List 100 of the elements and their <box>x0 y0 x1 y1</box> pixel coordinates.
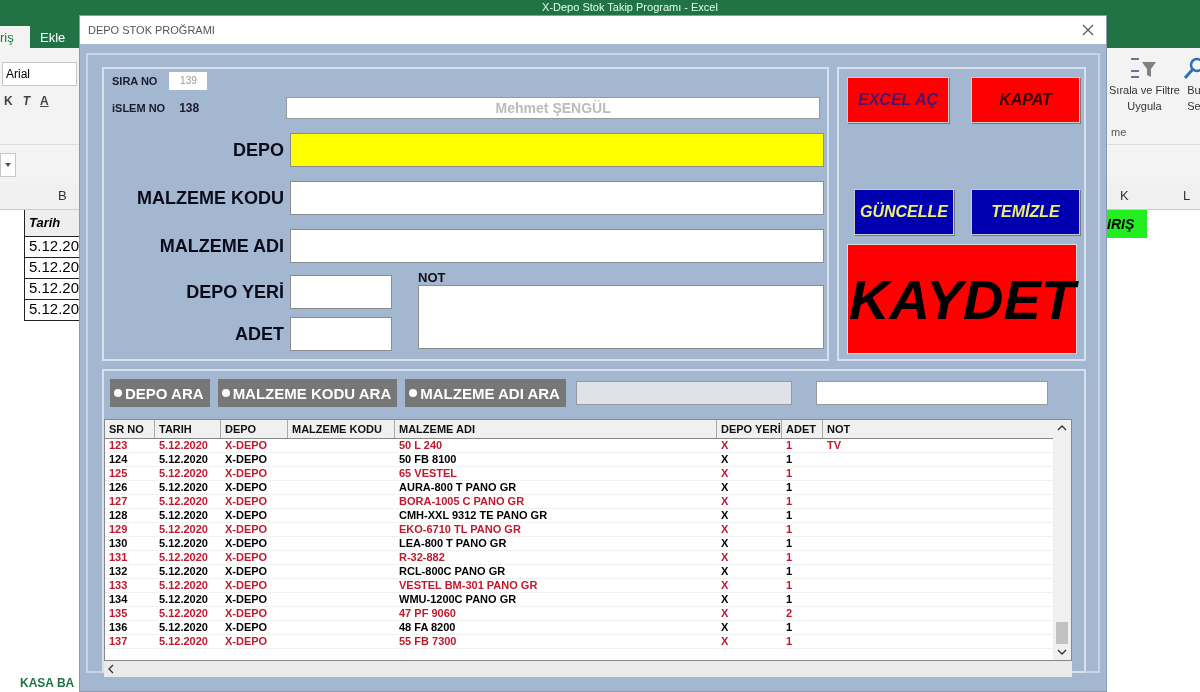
column-header[interactable]: SR NO <box>105 420 155 438</box>
table-cell: 5.12.2020 <box>159 495 208 507</box>
table-cell: 128 <box>109 509 128 521</box>
table-cell: X <box>721 593 729 605</box>
scroll-left-icon[interactable] <box>107 664 115 674</box>
table-cell: X-DEPO <box>225 537 268 549</box>
table-cell: 129 <box>109 523 128 535</box>
font-field[interactable]: Arial <box>2 62 77 86</box>
search-option-radio[interactable]: MALZEME KODU ARA <box>217 379 398 407</box>
table-cell: 1 <box>786 537 793 549</box>
table-cell: 5.12.2020 <box>159 509 208 521</box>
table-cell: 1 <box>786 481 793 493</box>
column-header[interactable]: DEPO YERİ <box>717 420 782 438</box>
table-cell: 5.12.2020 <box>159 523 208 535</box>
table-cell: X <box>721 481 729 493</box>
column-header[interactable]: TARIH <box>155 420 221 438</box>
input-field[interactable] <box>290 229 824 263</box>
table-cell: EKO-6710 TL PANO GR <box>399 523 521 535</box>
table-cell: 5.12.2020 <box>159 593 208 605</box>
table-cell: 50 L 240 <box>399 439 443 451</box>
table-cell: X-DEPO <box>225 453 268 465</box>
input-field[interactable] <box>290 133 824 167</box>
scroll-up-icon[interactable] <box>1057 424 1067 432</box>
scroll-down-icon[interactable] <box>1057 648 1067 656</box>
table-cell: 130 <box>109 537 128 549</box>
format-button[interactable]: A <box>38 92 51 110</box>
table-cell: 5.12.2020 <box>159 467 208 479</box>
table-cell: 1 <box>786 523 793 535</box>
find-select-label[interactable]: Bu Se <box>1187 82 1200 114</box>
format-button[interactable]: T <box>20 92 32 110</box>
save-button[interactable]: KAYDET <box>847 244 1077 354</box>
table-cell: AURA-800 T PANO GR <box>399 481 517 493</box>
search-option-radio[interactable]: MALZEME ADI ARA <box>405 379 566 407</box>
action-button[interactable]: TEMİZLE <box>971 189 1080 235</box>
table-cell: 5.12.2020 <box>159 453 208 465</box>
input-field[interactable] <box>290 317 392 351</box>
sort-filter-label[interactable]: Sırala ve Filtre Uygula <box>1109 82 1180 114</box>
column-header[interactable]: L <box>1183 188 1191 203</box>
action-button[interactable]: KAPAT <box>971 77 1080 123</box>
column-header[interactable]: K <box>1120 188 1129 203</box>
table-cell: 5.12.2020 <box>159 621 208 633</box>
column-header[interactable]: B <box>58 188 67 203</box>
field-label: MALZEME ADI <box>158 235 285 257</box>
field-label: DEPO YERİ <box>185 281 285 303</box>
scroll-thumb[interactable] <box>1056 622 1068 644</box>
table-cell: 47 PF 9060 <box>399 607 456 619</box>
note-label: NOT <box>418 270 447 285</box>
table-cell: X-DEPO <box>225 565 268 577</box>
field-label: ADET <box>234 323 285 345</box>
column-header[interactable]: ADET <box>782 420 823 438</box>
column-header[interactable]: MALZEME KODU <box>288 420 395 438</box>
window-title: X-Depo Stok Takip Programı - Excel <box>542 0 718 14</box>
field-label: MALZEME KODU <box>136 187 285 209</box>
table-cell: X-DEPO <box>225 551 268 563</box>
table-cell: 126 <box>109 481 128 493</box>
format-button[interactable]: K <box>2 92 15 110</box>
input-field[interactable] <box>290 275 392 309</box>
table-cell: 5.12.2020 <box>159 607 208 619</box>
vertical-scrollbar[interactable] <box>1053 420 1071 660</box>
table-cell: LEA-800 T PANO GR <box>399 537 507 549</box>
column-header[interactable]: DEPO <box>221 420 288 438</box>
table-cell: X-DEPO <box>225 607 268 619</box>
table-cell: 127 <box>109 495 128 507</box>
table-cell: X-DEPO <box>225 523 268 535</box>
close-icon[interactable] <box>1082 24 1094 36</box>
sheet-tab[interactable]: KASA BA <box>20 676 75 690</box>
table-cell: X-DEPO <box>225 495 268 507</box>
input-field[interactable] <box>290 181 824 215</box>
table-cell: TV <box>827 439 842 451</box>
action-button[interactable]: GÜNCELLE <box>854 189 954 235</box>
name-box[interactable] <box>0 153 16 177</box>
ribbon-group-label: me <box>1111 126 1127 138</box>
table-cell: X <box>721 537 729 549</box>
table-cell: 134 <box>109 593 128 605</box>
search-option-radio[interactable]: DEPO ARA <box>110 379 210 407</box>
note-field[interactable] <box>418 285 824 349</box>
table-cell: 1 <box>786 635 793 647</box>
search-icon[interactable] <box>1182 56 1200 82</box>
column-header[interactable]: MALZEME ADI <box>395 420 717 438</box>
table-cell: 131 <box>109 551 128 563</box>
table-cell: 55 FB 7300 <box>399 635 457 647</box>
table-cell: X-DEPO <box>225 509 268 521</box>
table-cell: 5.12.2020 <box>159 537 208 549</box>
table-cell: 5.12.2020 <box>159 565 208 577</box>
dropdown-icon[interactable] <box>4 162 12 168</box>
table-cell: WMU-1200C PANO GR <box>399 593 517 605</box>
table-cell: 125 <box>109 467 128 479</box>
filter-field[interactable] <box>815 381 1048 405</box>
table-cell: 1 <box>786 565 793 577</box>
table-cell: 124 <box>109 453 128 465</box>
horizontal-scrollbar[interactable] <box>104 661 1072 677</box>
ribbon-tab[interactable]: Ekle <box>30 26 76 48</box>
table-cell: X-DEPO <box>225 579 268 591</box>
table-cell: X <box>721 467 729 479</box>
field-label: DEPO <box>232 139 285 161</box>
table-cell: 5.12.20 <box>29 237 80 254</box>
table-cell: 1 <box>786 593 793 605</box>
table-cell: 1 <box>786 453 793 465</box>
table-cell: 136 <box>109 621 128 633</box>
ribbon-tab[interactable]: riş <box>0 26 30 48</box>
